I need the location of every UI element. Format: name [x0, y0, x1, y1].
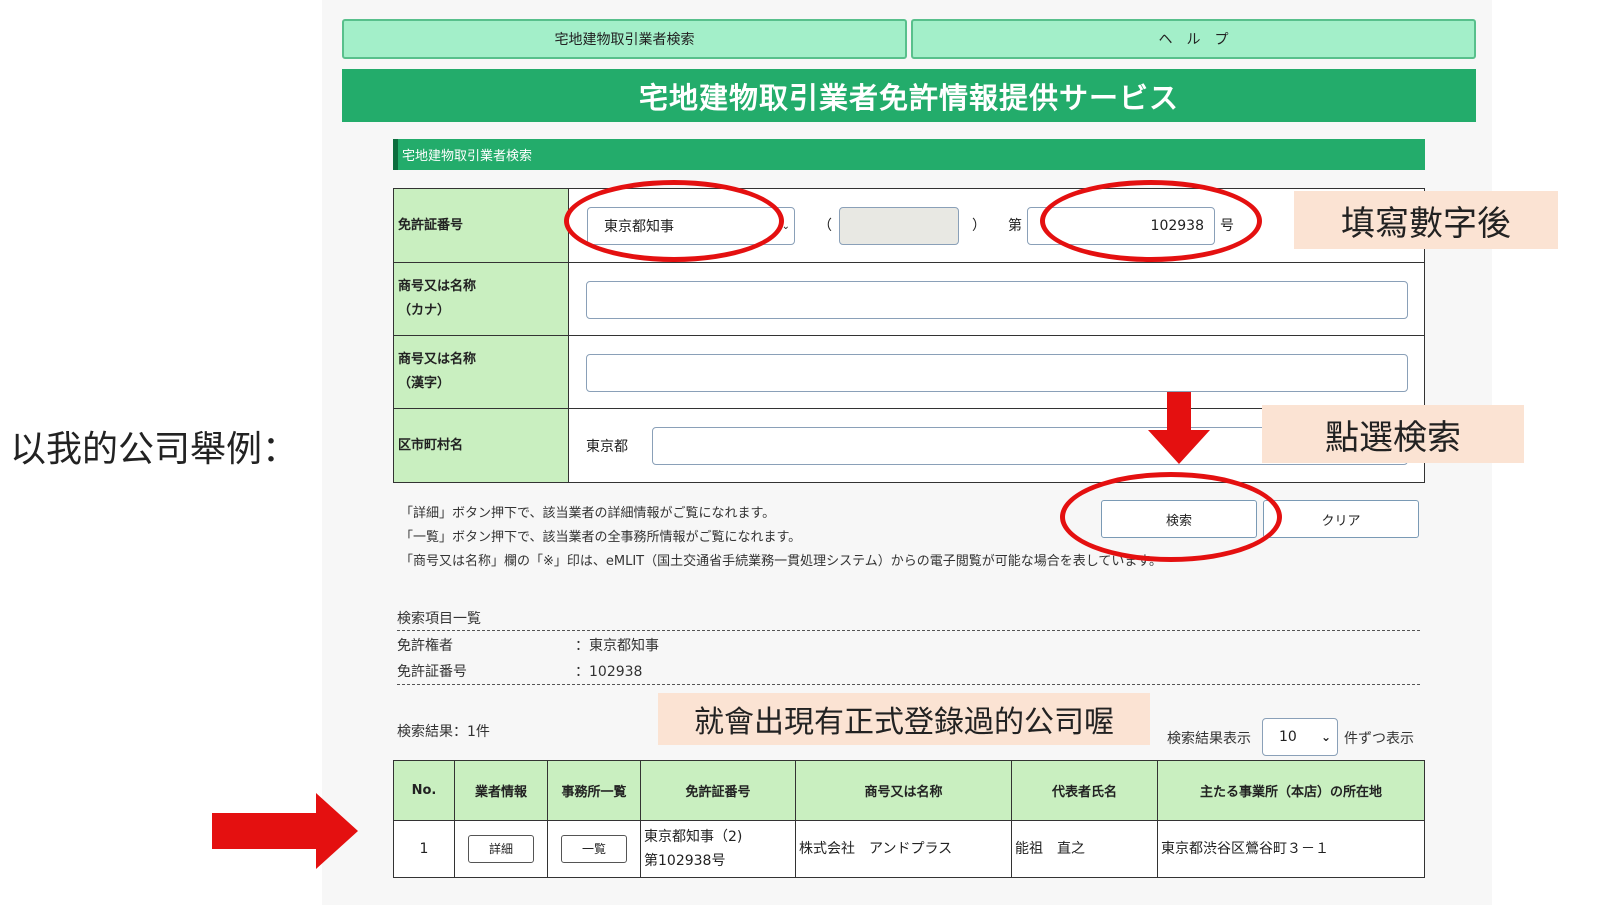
- license-renewal-field[interactable]: [839, 207, 959, 245]
- table-row-license: 東京都知事（2) 第102938号: [641, 821, 796, 877]
- criteria-heading: 検索項目一覧: [397, 611, 481, 627]
- per-page-value: 10: [1279, 729, 1297, 745]
- section-title: 宅地建物取引業者検索: [402, 149, 533, 164]
- city-label: 区市町村名: [394, 409, 569, 482]
- tab-search[interactable]: 宅地建物取引業者検索: [342, 19, 907, 59]
- table-row-address: 東京都渋谷区鶯谷町３－１: [1158, 821, 1424, 877]
- office-list-button-label: 一覧: [581, 842, 606, 856]
- highlight-ring-number: [1040, 180, 1262, 262]
- callout-fill-number: 填寫數字後: [1294, 191, 1558, 249]
- site-banner: 宅地建物取引業者免許情報提供サービス: [342, 69, 1476, 122]
- per-page-label: 検索結果表示: [1167, 731, 1251, 747]
- license-prefix: 第: [1008, 218, 1022, 234]
- row-address: 東京都渋谷区鶯谷町３－１: [1161, 841, 1329, 857]
- kana-label-line1: 商号又は名称: [398, 279, 477, 294]
- site-title: 宅地建物取引業者免許情報提供サービス: [638, 80, 1179, 115]
- section-header: 宅地建物取引業者検索: [393, 139, 1425, 170]
- criteria-value-number: ：102938: [575, 664, 643, 680]
- highlight-ring-authority: [564, 180, 784, 262]
- col-header-name: 商号又は名称: [796, 761, 1012, 821]
- table-row-no: 1: [394, 821, 455, 877]
- kanji-label-line1: 商号又は名称: [398, 352, 477, 367]
- col-header-info: 業者情報: [455, 761, 548, 821]
- table-row-info-cell: 詳細: [455, 821, 548, 877]
- office-list-button[interactable]: 一覧: [561, 835, 627, 863]
- note-detail: 「詳細」ボタン押下で、該当業者の詳細情報がご覧になれます。: [400, 506, 776, 521]
- col-header-address: 主たる事業所（本店）の所在地: [1158, 761, 1424, 821]
- form-row-kana: 商号又は名称 （カナ）: [394, 263, 1424, 336]
- criteria-divider-bottom: [397, 684, 1420, 685]
- criteria-value-authority: ：東京都知事: [575, 638, 659, 654]
- table-row-rep: 能祖 直之: [1012, 821, 1158, 877]
- kana-name-input[interactable]: [586, 281, 1408, 319]
- kanji-label-line2: （漢字）: [398, 376, 451, 391]
- form-row-license: 免許証番号 東京都知事 ⌄ （ ） 第 102938 号: [394, 189, 1424, 263]
- tab-search-label: 宅地建物取引業者検索: [554, 32, 695, 48]
- city-prefecture: 東京都: [586, 439, 628, 455]
- callout-click-search-text: 點選検索: [1325, 417, 1461, 458]
- clear-button-label: クリア: [1321, 513, 1361, 529]
- arrow-right-icon: [212, 793, 358, 869]
- per-page-select[interactable]: 10 ⌄: [1262, 718, 1338, 756]
- callout-result: 就會出現有正式登錄過的公司喔: [658, 693, 1150, 745]
- callout-result-text: 就會出現有正式登錄過的公司喔: [694, 705, 1114, 740]
- col-header-rep: 代表者氏名: [1012, 761, 1158, 821]
- kanji-name-input[interactable]: [586, 354, 1408, 392]
- annotation-left-label: 以我的公司舉例：: [10, 429, 299, 470]
- paren-close: ）: [972, 218, 986, 234]
- callout-fill-number-text: 填寫數字後: [1341, 203, 1511, 244]
- kanji-label: 商号又は名称 （漢字）: [394, 336, 569, 408]
- criteria-divider-top: [397, 630, 1420, 631]
- table-row-list-cell: 一覧: [548, 821, 641, 877]
- tab-help-label: ヘ ル プ: [1158, 32, 1229, 48]
- license-label: 免許証番号: [394, 189, 569, 262]
- per-page-suffix: 件ずつ表示: [1344, 731, 1414, 747]
- row-no: 1: [419, 841, 429, 857]
- row-license-line1: 東京都知事（2): [644, 829, 743, 845]
- col-header-no: No.: [394, 761, 455, 821]
- callout-click-search: 點選検索: [1262, 405, 1524, 463]
- kana-label: 商号又は名称 （カナ）: [394, 263, 569, 335]
- note-emlit: 「商号又は名称」欄の「※」印は、eMLIT（国土交通省手続業務一貫処理システム）…: [400, 554, 1163, 569]
- row-company-name: 株式会社 アンドプラス: [799, 841, 953, 857]
- results-table: No. 業者情報 事務所一覧 免許証番号 商号又は名称 代表者氏名 主たる事業所…: [393, 760, 1425, 878]
- clear-button[interactable]: クリア: [1263, 500, 1419, 538]
- detail-button-label: 詳細: [488, 842, 513, 856]
- kana-label-line2: （カナ）: [398, 303, 451, 318]
- row-license-line2: 第102938号: [644, 853, 726, 869]
- criteria-label-number: 免許証番号: [397, 664, 467, 680]
- col-header-license: 免許証番号: [641, 761, 796, 821]
- tab-help[interactable]: ヘ ル プ: [911, 19, 1476, 59]
- paren-open: （: [818, 218, 832, 234]
- arrow-down-icon: [1148, 392, 1210, 464]
- form-row-kanji: 商号又は名称 （漢字）: [394, 336, 1424, 409]
- row-representative: 能祖 直之: [1015, 841, 1085, 857]
- criteria-label-authority: 免許権者: [397, 638, 453, 654]
- results-count: 検索結果：1件: [397, 724, 490, 740]
- col-header-office-list: 事務所一覧: [548, 761, 641, 821]
- highlight-ring-search: [1060, 472, 1282, 562]
- note-list: 「一覧」ボタン押下で、該当業者の全事務所情報がご覧になれます。: [400, 530, 802, 545]
- chevron-down-icon: ⌄: [1320, 730, 1331, 744]
- table-row-name: 株式会社 アンドプラス: [796, 821, 1012, 877]
- detail-button[interactable]: 詳細: [468, 835, 534, 863]
